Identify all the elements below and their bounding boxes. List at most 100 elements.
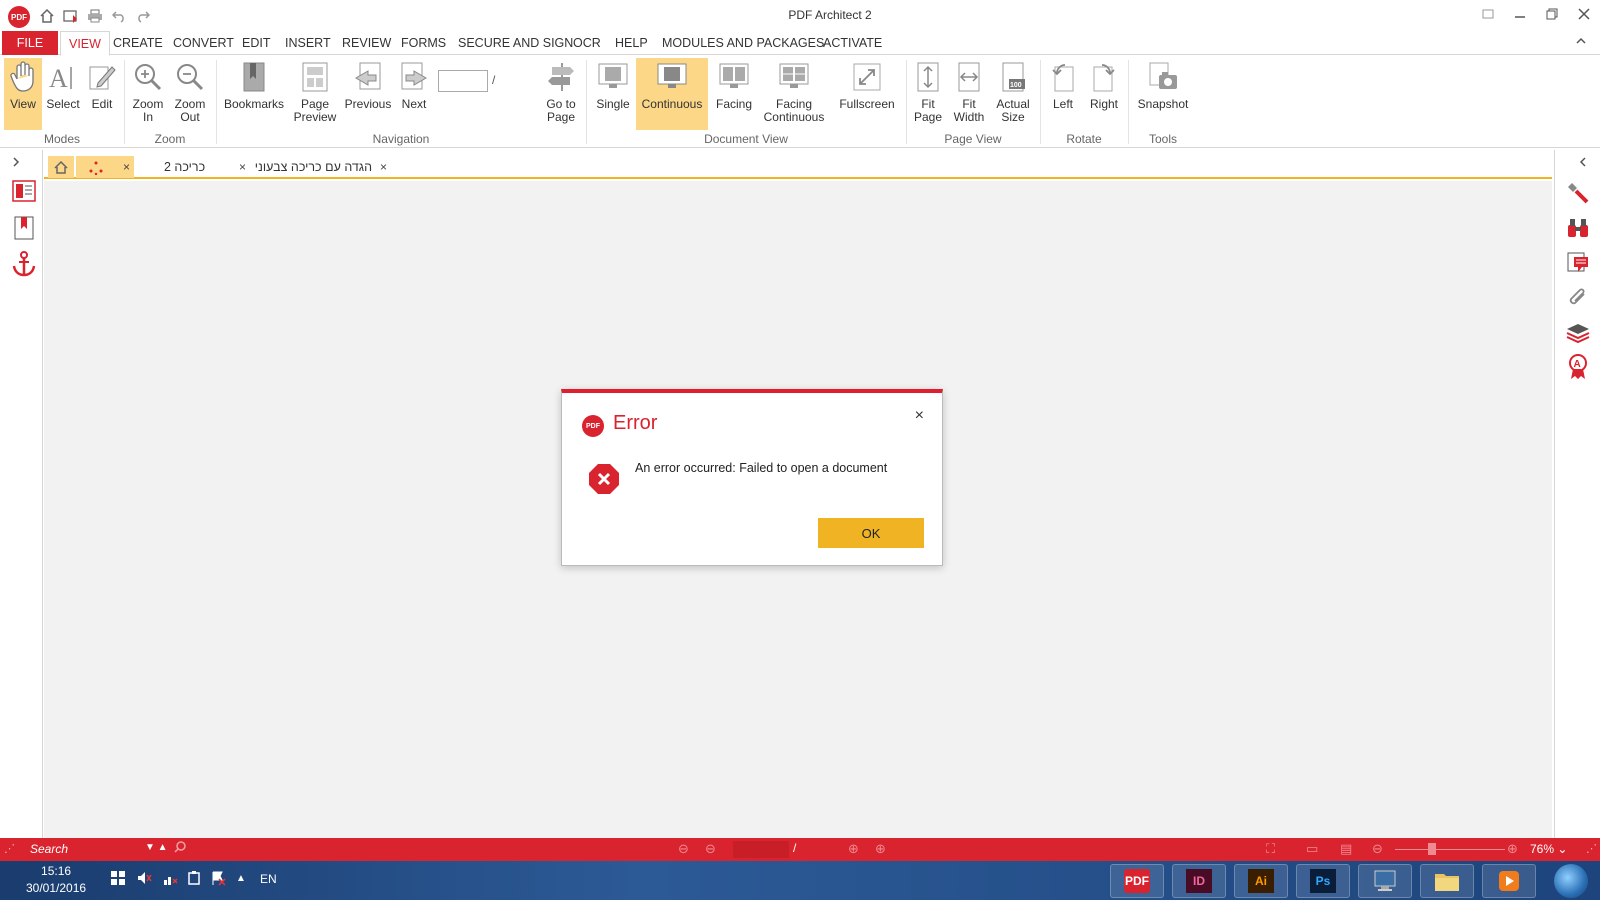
zoom-out-status-icon[interactable]: ⊖ bbox=[1372, 841, 1383, 857]
previous-page-icon[interactable]: ⊖ bbox=[705, 841, 716, 857]
status-page-input[interactable] bbox=[733, 841, 789, 858]
menu-review[interactable]: REVIEW bbox=[334, 31, 399, 55]
go-to-page-button[interactable]: Go to Page bbox=[540, 58, 582, 130]
close-button[interactable] bbox=[1568, 2, 1600, 26]
menu-help[interactable]: HELP bbox=[607, 31, 656, 55]
zoom-out-button[interactable]: Zoom Out bbox=[170, 58, 210, 130]
select-mode-button[interactable]: A Select bbox=[44, 58, 82, 130]
tab-document-2[interactable]: כריכה 2 × bbox=[138, 156, 250, 178]
menu-edit[interactable]: EDIT bbox=[234, 31, 278, 55]
close-tab-icon[interactable]: × bbox=[380, 156, 387, 178]
network-icon[interactable] bbox=[162, 870, 178, 889]
taskbar-app-explorer[interactable] bbox=[1420, 864, 1474, 898]
rotate-right-button[interactable]: Right bbox=[1084, 58, 1124, 130]
zoom-slider-thumb[interactable] bbox=[1428, 843, 1436, 855]
fullscreen-label: Fullscreen bbox=[839, 97, 895, 111]
resize-grip-icon[interactable]: ⋰ bbox=[1586, 842, 1597, 855]
start-button[interactable] bbox=[1554, 864, 1588, 898]
search-options-dropdown-icon[interactable]: ▼ ▲ bbox=[145, 842, 168, 853]
facing-continuous-view-button[interactable]: Facing Continuous bbox=[760, 58, 828, 130]
search-input[interactable]: Search bbox=[30, 842, 68, 856]
continuous-view-button[interactable]: Continuous bbox=[636, 58, 708, 130]
bookmarks-icon bbox=[237, 60, 271, 94]
taskbar-app-indesign[interactable]: ID bbox=[1172, 864, 1226, 898]
windows-flag-icon[interactable] bbox=[110, 870, 126, 889]
volume-muted-icon[interactable] bbox=[136, 870, 152, 889]
dialog-close-button[interactable]: × bbox=[915, 407, 924, 425]
fullscreen-status-icon[interactable]: ⛶ bbox=[1266, 841, 1275, 857]
next-button[interactable]: Next bbox=[394, 58, 434, 130]
page-number-input[interactable] bbox=[438, 70, 488, 92]
grip-icon[interactable]: ⋰ bbox=[4, 842, 15, 855]
attachment-icon[interactable] bbox=[1563, 283, 1593, 313]
fit-width-status-icon[interactable]: ▤ bbox=[1340, 841, 1352, 857]
show-hidden-icons-icon[interactable]: ▲ bbox=[236, 873, 246, 884]
system-clock[interactable]: 15:16 30/01/2016 bbox=[26, 863, 86, 897]
page-preview-button[interactable]: Page Preview bbox=[290, 58, 340, 130]
zoom-in-status-icon[interactable]: ⊕ bbox=[1507, 841, 1518, 857]
binoculars-icon[interactable] bbox=[1563, 213, 1593, 243]
first-page-icon[interactable]: ⊖ bbox=[678, 841, 689, 857]
collapse-ribbon-icon[interactable] bbox=[1576, 36, 1586, 49]
actual-size-button[interactable]: 100 Actual Size bbox=[992, 58, 1034, 130]
svg-text:A: A bbox=[1574, 359, 1581, 370]
bookmarks-button[interactable]: Bookmarks bbox=[222, 58, 286, 130]
minimize-button[interactable] bbox=[1504, 2, 1536, 26]
menu-modules-and-packages[interactable]: MODULES AND PACKAGES bbox=[654, 31, 832, 55]
certificate-icon[interactable]: A bbox=[1563, 352, 1593, 382]
restore-button[interactable] bbox=[1536, 2, 1568, 26]
menu-secure-and-sign[interactable]: SECURE AND SIGN bbox=[450, 31, 581, 55]
expand-left-panel-icon[interactable] bbox=[6, 152, 26, 172]
search-icon[interactable] bbox=[174, 841, 186, 856]
title-bar: PDF PDF Architect 2 bbox=[0, 0, 1600, 30]
comments-icon[interactable] bbox=[1563, 248, 1593, 278]
tab-document-3[interactable]: הגדה עם כריכה צבעוני × bbox=[252, 156, 396, 178]
action-center-flag-icon[interactable] bbox=[210, 870, 226, 889]
taskbar-app-computer[interactable] bbox=[1358, 864, 1412, 898]
page-total-separator: / bbox=[492, 73, 496, 87]
edit-mode-label: Edit bbox=[91, 97, 113, 111]
close-tab-icon[interactable]: × bbox=[239, 156, 246, 178]
menu-file[interactable]: FILE bbox=[2, 31, 58, 55]
bookmarks-panel-icon[interactable] bbox=[9, 213, 39, 243]
tab-home[interactable] bbox=[48, 156, 74, 178]
single-view-button[interactable]: Single bbox=[592, 58, 634, 130]
input-language[interactable]: EN bbox=[260, 872, 277, 886]
fit-width-button[interactable]: Fit Width bbox=[948, 58, 990, 130]
taskbar-app-illustrator[interactable]: Ai bbox=[1234, 864, 1288, 898]
menu-ocr[interactable]: OCR bbox=[565, 31, 609, 55]
taskbar-app-pdf-architect[interactable]: PDF bbox=[1110, 864, 1164, 898]
rotate-left-button[interactable]: Left bbox=[1044, 58, 1082, 130]
menu-create[interactable]: CREATE bbox=[105, 31, 171, 55]
fullscreen-button[interactable]: Fullscreen bbox=[836, 58, 898, 130]
expand-right-panel-icon[interactable] bbox=[1573, 152, 1593, 172]
taskbar-app-media-player[interactable] bbox=[1482, 864, 1536, 898]
page-thumbnails-icon[interactable] bbox=[9, 176, 39, 206]
menu-activate[interactable]: ACTIVATE bbox=[815, 31, 890, 55]
wrench-icon[interactable] bbox=[1563, 178, 1593, 208]
zoom-level[interactable]: 76% ⌄ bbox=[1530, 842, 1567, 856]
snapshot-button[interactable]: Snapshot bbox=[1134, 58, 1192, 130]
fit-page-status-icon[interactable]: ▭ bbox=[1306, 841, 1318, 857]
ok-button[interactable]: OK bbox=[818, 518, 924, 548]
view-mode-button[interactable]: View bbox=[4, 58, 42, 130]
taskbar-app-photoshop[interactable]: Ps bbox=[1296, 864, 1350, 898]
zoom-slider-track[interactable] bbox=[1395, 849, 1505, 850]
close-tab-icon[interactable]: × bbox=[123, 156, 130, 178]
restore-ribbon-icon[interactable] bbox=[1472, 2, 1504, 26]
previous-button[interactable]: Previous bbox=[344, 58, 392, 130]
power-icon[interactable] bbox=[186, 870, 202, 889]
menu-insert[interactable]: INSERT bbox=[277, 31, 339, 55]
menu-convert[interactable]: CONVERT bbox=[165, 31, 242, 55]
menu-forms[interactable]: FORMS bbox=[393, 31, 454, 55]
next-page-icon[interactable]: ⊕ bbox=[848, 841, 859, 857]
menu-view[interactable]: VIEW bbox=[60, 31, 110, 56]
fit-page-button[interactable]: Fit Page bbox=[910, 58, 946, 130]
facing-view-button[interactable]: Facing bbox=[710, 58, 758, 130]
tab-loading-document[interactable]: × bbox=[76, 156, 134, 178]
zoom-in-button[interactable]: Zoom In bbox=[128, 58, 168, 130]
layers-icon[interactable] bbox=[1563, 318, 1593, 348]
last-page-icon[interactable]: ⊕ bbox=[875, 841, 886, 857]
edit-mode-button[interactable]: Edit bbox=[84, 58, 120, 130]
anchor-icon[interactable] bbox=[9, 249, 39, 279]
